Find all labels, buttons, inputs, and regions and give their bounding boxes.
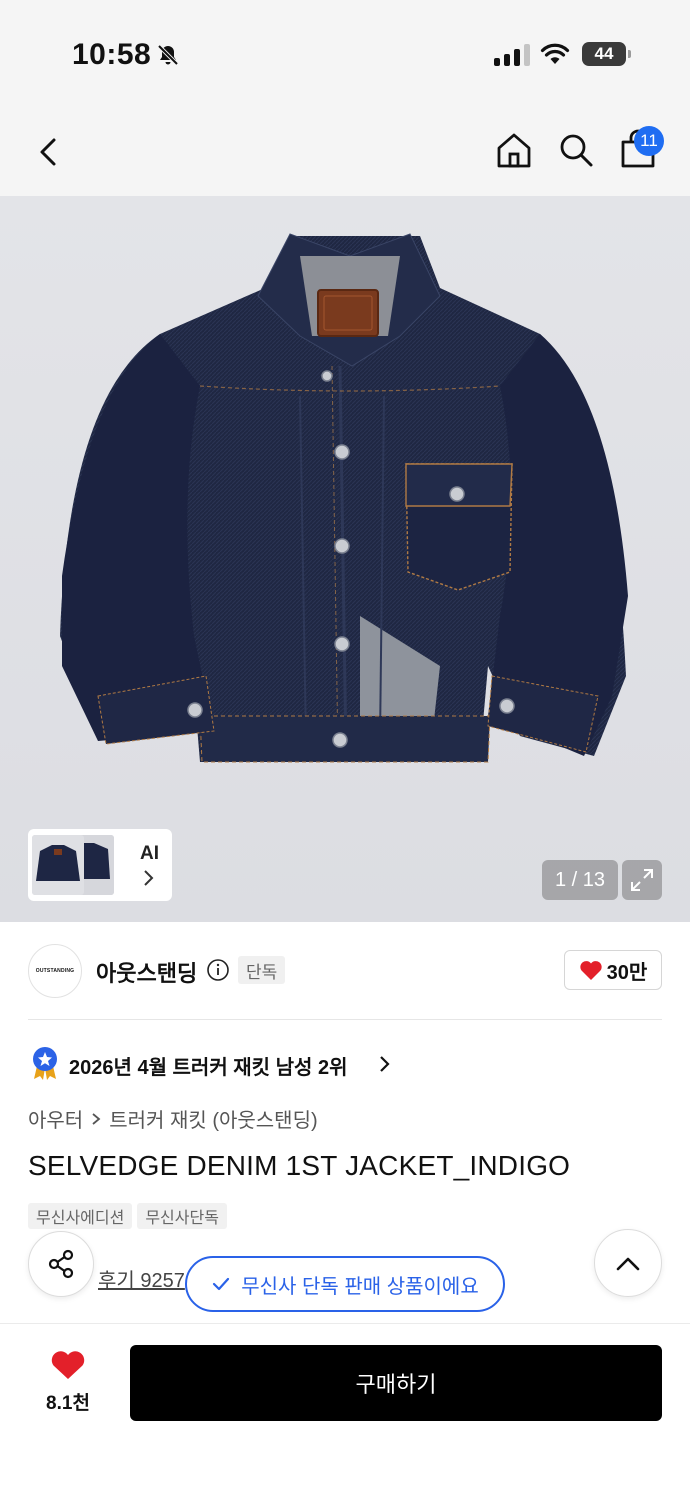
search-icon[interactable] [556, 130, 596, 170]
thumbnail-1 [32, 835, 84, 895]
brand-name[interactable]: 아웃스탠딩 [96, 956, 197, 988]
heart-icon [580, 961, 602, 980]
exclusive-tag: 단독 [238, 956, 286, 984]
share-button[interactable] [28, 1231, 94, 1297]
brand-like-button[interactable]: 30만 [564, 950, 662, 990]
buy-button[interactable]: 구매하기 [130, 1345, 662, 1421]
toast-text: 무신사 단독 판매 상품이에요 [241, 1275, 479, 1298]
exclusive-toast: 무신사 단독 판매 상품이에요 [185, 1256, 505, 1312]
check-icon [213, 1277, 230, 1291]
status-time: 10:58 [72, 38, 152, 71]
ai-label: AI [140, 843, 159, 864]
product-tag: 무신사단독 [137, 1203, 227, 1229]
scroll-top-button[interactable] [594, 1229, 662, 1297]
status-bar: 10:58 44 [0, 0, 690, 110]
breadcrumb-subcategory[interactable]: 트러커 재킷 (아웃스탠딩) [109, 1104, 317, 1133]
breadcrumb-category[interactable]: 아우터 [28, 1104, 83, 1133]
product-tag: 무신사에디션 [28, 1203, 133, 1229]
review-link[interactable]: 후기 9257 [98, 1264, 185, 1293]
product-image-gallery[interactable]: AI 1 / 13 [0, 196, 690, 922]
chevron-right-icon [92, 1112, 101, 1125]
divider [28, 1019, 662, 1020]
expand-icon [631, 869, 653, 891]
chevron-right-icon [380, 1056, 390, 1072]
product-title: SELVEDGE DENIM 1ST JACKET_INDIGO [28, 1150, 571, 1181]
wishlist-count: 8.1천 [46, 1393, 90, 1414]
share-icon [48, 1249, 74, 1279]
back-icon[interactable] [30, 132, 70, 172]
thumbnail-group [32, 833, 132, 897]
signal-icon [494, 44, 530, 66]
breadcrumb: 아우터 트러커 재킷 (아웃스탠딩) [28, 1104, 318, 1133]
brand-logo[interactable]: OUTSTANDING [28, 944, 82, 998]
ranking-link[interactable]: 2026년 4월 트러커 재킷 남성 2위 [69, 1051, 348, 1080]
brand-like-count: 30만 [606, 961, 648, 984]
bell-off-icon [157, 44, 179, 66]
info-icon[interactable] [206, 958, 230, 982]
ai-thumbnail-strip[interactable]: AI [28, 829, 172, 901]
cart-count-badge: 11 [634, 126, 664, 156]
denim-jacket-image [60, 233, 628, 763]
nav-header [0, 110, 690, 196]
home-icon[interactable] [494, 130, 534, 170]
image-counter: 1 / 13 [542, 860, 618, 900]
chevron-up-icon [616, 1257, 640, 1271]
expand-button[interactable] [622, 860, 662, 900]
chevron-right-icon [144, 870, 154, 886]
wishlist-heart-icon[interactable] [50, 1349, 86, 1381]
wifi-icon [540, 43, 570, 64]
battery-indicator: 44 [582, 42, 631, 66]
brand-logo-text: OUTSTANDING [35, 968, 75, 974]
product-tags: 무신사에디션 무신사단독 [28, 1203, 227, 1229]
ranking-badge-icon [33, 1047, 57, 1080]
